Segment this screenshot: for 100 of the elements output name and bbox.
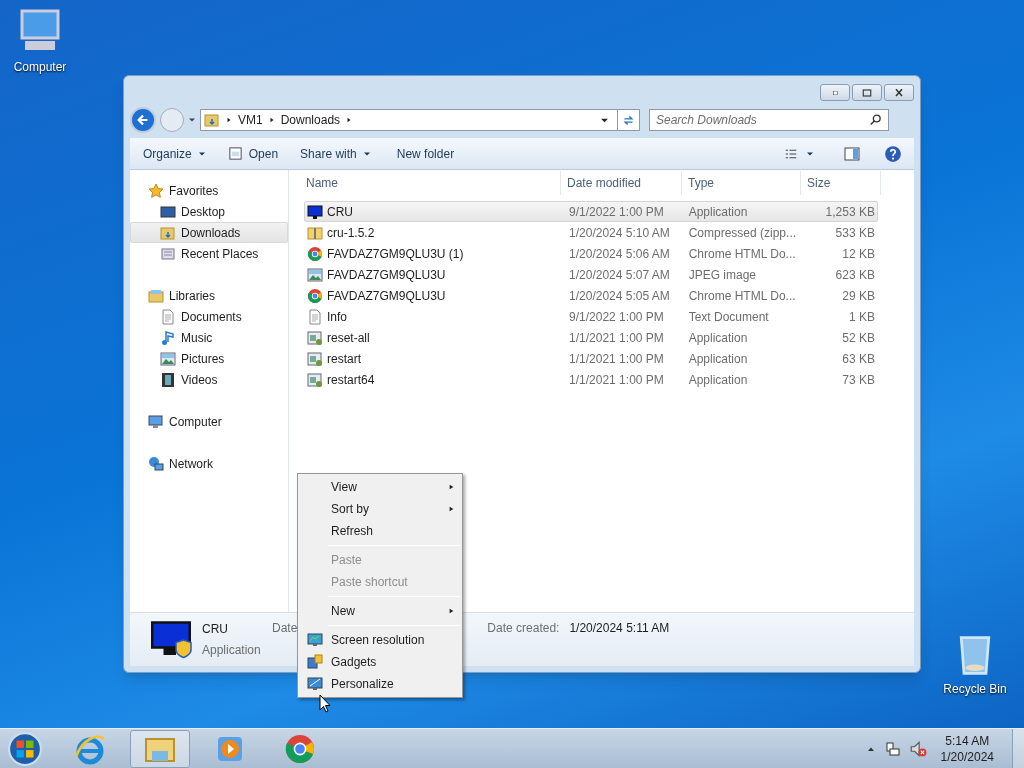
document-icon [307,308,323,325]
network-icon [148,455,164,472]
desktop-icon-label[interactable]: Computer [13,58,67,76]
table-cell-text: 29 KB [841,287,876,305]
table-cell-text: 1 KB [847,308,876,326]
list-view-icon [784,147,798,160]
clock-date[interactable]: 1/20/2024 [940,748,994,765]
maximize-button[interactable] [852,84,882,101]
clock-time[interactable]: 5:14 AM [945,732,990,749]
column-header[interactable]: Size [801,171,881,195]
nav-item[interactable]: Computer [130,411,288,432]
table-cell-text: 1/20/2024 5:06 AM [568,245,671,263]
table-cell-text: Chrome HTML Do... [687,287,797,305]
nav-item[interactable]: Recent Places [130,243,288,264]
picture-icon [160,350,176,367]
table-cell-text: Text Document [687,308,770,326]
file-name: cru-1.5.2 [327,224,375,242]
picture-icon [307,266,323,283]
nav-item[interactable]: Pictures [130,348,288,369]
toolbar-button[interactable]: Share with [295,141,376,166]
windows-logo-icon [8,731,42,766]
library-icon [148,287,164,304]
menu-item[interactable]: Refresh [298,520,462,542]
chevron-right-icon [268,116,275,124]
file-name: FAVDAZ7GM9QLU3U [327,287,446,305]
nav-item[interactable]: Favorites [130,180,288,201]
column-header[interactable]: Date modified [561,171,682,195]
chrome-icon [307,245,323,262]
nav-item[interactable]: Network [130,453,288,474]
network-icon [884,740,901,757]
minimize-icon [830,90,840,95]
nav-item[interactable]: Libraries [130,285,288,306]
nav-item[interactable]: Downloads [130,222,288,243]
chevron-right-icon [346,116,353,124]
menu-item[interactable]: Sort by [298,498,462,520]
film-icon [160,371,176,388]
chevron-right-icon [226,116,232,124]
close-button[interactable] [884,84,914,101]
file-row[interactable]: reset-all 1/1/2021 1:00 PM Application 52 KB [304,327,878,348]
table-cell-text: 533 KB [834,224,876,242]
file-name: restart64 [327,371,375,389]
program-icon [307,371,323,388]
menu-item[interactable]: New [298,600,462,622]
folder-icon [204,112,220,128]
toolbar-button[interactable]: New folder [391,141,460,166]
preview-pane-button[interactable] [842,145,862,162]
nav-item[interactable]: Documents [130,306,288,327]
menu-item[interactable]: View [298,476,462,498]
breadcrumb-item[interactable]: VM1 [238,111,263,129]
speaker-muted-icon [908,739,927,758]
column-header[interactable]: Type [682,171,801,195]
monitor-icon [160,203,176,220]
table-cell-text: 1,253 KB [824,203,876,221]
preview-pane-icon [844,145,860,162]
search-box[interactable]: Search Downloads [649,109,889,131]
table-cell-text: 9/1/2022 1:00 PM [568,308,665,326]
menu-item[interactable]: Personalize [298,673,462,695]
toolbar-button[interactable]: Organize [138,141,211,166]
help-button[interactable] [884,144,902,163]
help-icon [884,144,902,163]
column-header[interactable]: Name [289,171,561,195]
document-icon [160,308,176,325]
desktop-icon-label[interactable]: Recycle Bin [943,680,1007,698]
menu-item[interactable]: Screen resolution [298,629,462,651]
music-note-icon [160,329,176,346]
file-row[interactable]: FAVDAZ7GM9QLU3U 1/20/2024 5:07 AM JPEG image 623 KB [304,264,878,285]
file-row[interactable]: restart 1/1/2021 1:00 PM Application 63 KB [304,348,878,369]
file-row[interactable]: restart64 1/1/2021 1:00 PM Application 73 KB [304,369,878,390]
table-cell-text: Application [687,203,749,221]
address-bar[interactable]: VM1 Downloads [200,109,640,131]
monitor-icon [306,632,323,648]
show-desktop-button[interactable] [1012,728,1024,768]
file-row[interactable]: cru-1.5.2 1/20/2024 5:10 AM Compressed (zipp... 533 KB [304,222,878,243]
file-row[interactable]: CRU 9/1/2022 1:00 PM Application 1,253 KB [304,201,878,222]
table-cell-text: Application [687,350,749,368]
table-cell-text: 1/1/2021 1:00 PM [568,371,665,389]
table-cell-text: 63 KB [841,350,876,368]
chrome-icon [284,732,316,765]
program-icon [307,350,323,367]
menu-item[interactable]: Gadgets [298,651,462,673]
maximize-icon [860,86,874,99]
table-cell-text: 1/20/2024 5:05 AM [568,287,671,305]
toolbar-button[interactable]: Open [222,141,284,166]
table-cell-text: JPEG image [687,266,758,284]
nav-item[interactable]: Videos [130,369,288,390]
file-name: CRU [202,621,229,638]
table-cell-text: Application [687,329,749,347]
table-cell-text: Application [687,371,749,389]
file-row[interactable]: FAVDAZ7GM9QLU3U 1/20/2024 5:05 AM Chrome HTML Do... 29 KB [304,285,878,306]
taskbar-button[interactable] [130,729,190,768]
breadcrumb-item[interactable]: Downloads [280,111,341,129]
nav-item[interactable]: Music [130,327,288,348]
table-cell-text: 1/20/2024 5:10 AM [568,224,671,242]
recent-places-icon [160,245,176,262]
file-row[interactable]: FAVDAZ7GM9QLU3U (1) 1/20/2024 5:06 AM Chrome HTML Do... 12 KB [304,243,878,264]
back-button[interactable] [130,107,156,133]
nav-item[interactable]: Desktop [130,201,288,222]
table-cell-text: Chrome HTML Do... [687,245,797,263]
search-field[interactable]: Search Downloads [656,111,870,129]
file-row[interactable]: Info 9/1/2022 1:00 PM Text Document 1 KB [304,306,878,327]
